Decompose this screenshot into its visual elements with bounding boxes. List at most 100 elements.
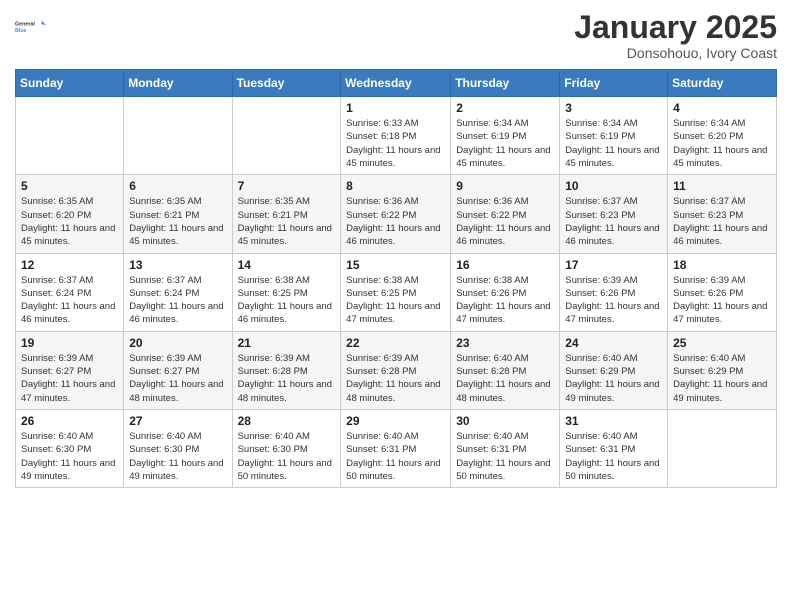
calendar-cell: 11 Sunrise: 6:37 AM Sunset: 6:23 PM Dayli…	[668, 175, 777, 253]
calendar-cell: 19Sunrise: 6:39 AM Sunset: 6:27 PM Dayli…	[16, 331, 124, 409]
day-info: Sunrise: 6:37 AM Sunset: 6:24 PM Dayligh…	[21, 274, 118, 327]
calendar-cell: 13Sunrise: 6:37 AM Sunset: 6:24 PM Dayli…	[124, 253, 232, 331]
calendar-cell: 18Sunrise: 6:39 AM Sunset: 6:26 PM Dayli…	[668, 253, 777, 331]
day-number: 28	[238, 414, 336, 428]
calendar-cell: 25 Sunrise: 6:40 AM Sunset: 6:29 PM Dayli…	[668, 331, 777, 409]
day-info: Sunrise: 6:39 AM Sunset: 6:28 PM Dayligh…	[346, 352, 445, 405]
day-number: 7	[238, 179, 336, 193]
day-number: 18	[673, 258, 771, 272]
calendar-cell: 14 Sunrise: 6:38 AM Sunset: 6:25 PM Dayli…	[232, 253, 341, 331]
calendar-cell	[232, 97, 341, 175]
day-info: Sunrise: 6:37 AM Sunset: 6:23 PM Dayligh…	[565, 195, 662, 248]
col-header-sunday: Sunday	[16, 70, 124, 97]
day-number: 10	[565, 179, 662, 193]
calendar-cell: 30 Sunrise: 6:40 AM Sunset: 6:31 PM Dayli…	[451, 409, 560, 487]
day-number: 12	[21, 258, 118, 272]
day-info: Sunrise: 6:38 AM Sunset: 6:25 PM Dayligh…	[346, 274, 445, 327]
calendar-week-row: 19Sunrise: 6:39 AM Sunset: 6:27 PM Dayli…	[16, 331, 777, 409]
day-info: Sunrise: 6:37 AM Sunset: 6:23 PM Dayligh…	[673, 195, 771, 248]
calendar-header-row: SundayMondayTuesdayWednesdayThursdayFrid…	[16, 70, 777, 97]
day-info: Sunrise: 6:40 AM Sunset: 6:31 PM Dayligh…	[565, 430, 662, 483]
calendar-cell: 15 Sunrise: 6:38 AM Sunset: 6:25 PM Dayli…	[341, 253, 451, 331]
header: General Blue General Blue January 2025 D…	[15, 10, 777, 61]
day-info: Sunrise: 6:34 AM Sunset: 6:20 PM Dayligh…	[673, 117, 771, 170]
calendar-cell	[668, 409, 777, 487]
calendar-cell: 9 Sunrise: 6:36 AM Sunset: 6:22 PM Daylig…	[451, 175, 560, 253]
calendar-cell: 28Sunrise: 6:40 AM Sunset: 6:30 PM Dayli…	[232, 409, 341, 487]
day-number: 6	[129, 179, 226, 193]
day-number: 11	[673, 179, 771, 193]
logo-icon: General Blue	[15, 10, 47, 42]
day-number: 29	[346, 414, 445, 428]
calendar-cell: 31Sunrise: 6:40 AM Sunset: 6:31 PM Dayli…	[560, 409, 668, 487]
day-info: Sunrise: 6:38 AM Sunset: 6:25 PM Dayligh…	[238, 274, 336, 327]
calendar-cell: 4 Sunrise: 6:34 AM Sunset: 6:20 PM Daylig…	[668, 97, 777, 175]
calendar-cell: 27 Sunrise: 6:40 AM Sunset: 6:30 PM Dayli…	[124, 409, 232, 487]
calendar-cell: 26 Sunrise: 6:40 AM Sunset: 6:30 PM Dayli…	[16, 409, 124, 487]
day-info: Sunrise: 6:40 AM Sunset: 6:30 PM Dayligh…	[21, 430, 118, 483]
calendar-table: SundayMondayTuesdayWednesdayThursdayFrid…	[15, 69, 777, 488]
day-info: Sunrise: 6:38 AM Sunset: 6:26 PM Dayligh…	[456, 274, 554, 327]
day-number: 9	[456, 179, 554, 193]
day-info: Sunrise: 6:35 AM Sunset: 6:21 PM Dayligh…	[129, 195, 226, 248]
day-info: Sunrise: 6:36 AM Sunset: 6:22 PM Dayligh…	[456, 195, 554, 248]
day-number: 25	[673, 336, 771, 350]
calendar-week-row: 26 Sunrise: 6:40 AM Sunset: 6:30 PM Dayli…	[16, 409, 777, 487]
calendar-cell: 12 Sunrise: 6:37 AM Sunset: 6:24 PM Dayli…	[16, 253, 124, 331]
svg-text:Blue: Blue	[15, 28, 27, 34]
day-number: 4	[673, 101, 771, 115]
calendar-cell: 10 Sunrise: 6:37 AM Sunset: 6:23 PM Dayli…	[560, 175, 668, 253]
calendar-cell: 29 Sunrise: 6:40 AM Sunset: 6:31 PM Dayli…	[341, 409, 451, 487]
calendar-cell: 1Sunrise: 6:33 AM Sunset: 6:18 PM Daylig…	[341, 97, 451, 175]
day-number: 15	[346, 258, 445, 272]
day-number: 30	[456, 414, 554, 428]
day-number: 16	[456, 258, 554, 272]
calendar-cell: 20Sunrise: 6:39 AM Sunset: 6:27 PM Dayli…	[124, 331, 232, 409]
calendar-cell	[16, 97, 124, 175]
day-number: 13	[129, 258, 226, 272]
day-info: Sunrise: 6:34 AM Sunset: 6:19 PM Dayligh…	[565, 117, 662, 170]
calendar-cell: 16 Sunrise: 6:38 AM Sunset: 6:26 PM Dayli…	[451, 253, 560, 331]
day-number: 20	[129, 336, 226, 350]
calendar-week-row: 1Sunrise: 6:33 AM Sunset: 6:18 PM Daylig…	[16, 97, 777, 175]
page: General Blue General Blue January 2025 D…	[0, 0, 792, 612]
calendar-week-row: 12 Sunrise: 6:37 AM Sunset: 6:24 PM Dayli…	[16, 253, 777, 331]
day-number: 5	[21, 179, 118, 193]
day-number: 2	[456, 101, 554, 115]
day-info: Sunrise: 6:40 AM Sunset: 6:29 PM Dayligh…	[565, 352, 662, 405]
logo: General Blue General Blue	[15, 10, 47, 42]
col-header-monday: Monday	[124, 70, 232, 97]
day-info: Sunrise: 6:35 AM Sunset: 6:21 PM Dayligh…	[238, 195, 336, 248]
day-number: 24	[565, 336, 662, 350]
day-number: 21	[238, 336, 336, 350]
day-info: Sunrise: 6:36 AM Sunset: 6:22 PM Dayligh…	[346, 195, 445, 248]
day-number: 14	[238, 258, 336, 272]
day-number: 26	[21, 414, 118, 428]
day-info: Sunrise: 6:40 AM Sunset: 6:31 PM Dayligh…	[346, 430, 445, 483]
main-title: January 2025	[574, 10, 777, 45]
calendar-cell: 5Sunrise: 6:35 AM Sunset: 6:20 PM Daylig…	[16, 175, 124, 253]
day-number: 3	[565, 101, 662, 115]
day-info: Sunrise: 6:40 AM Sunset: 6:30 PM Dayligh…	[129, 430, 226, 483]
day-info: Sunrise: 6:40 AM Sunset: 6:29 PM Dayligh…	[673, 352, 771, 405]
day-number: 1	[346, 101, 445, 115]
subtitle: Donsohouo, Ivory Coast	[574, 45, 777, 61]
day-number: 17	[565, 258, 662, 272]
col-header-friday: Friday	[560, 70, 668, 97]
calendar-cell: 21Sunrise: 6:39 AM Sunset: 6:28 PM Dayli…	[232, 331, 341, 409]
calendar-cell: 23Sunrise: 6:40 AM Sunset: 6:28 PM Dayli…	[451, 331, 560, 409]
day-info: Sunrise: 6:40 AM Sunset: 6:31 PM Dayligh…	[456, 430, 554, 483]
calendar-cell	[124, 97, 232, 175]
calendar-cell: 7 Sunrise: 6:35 AM Sunset: 6:21 PM Daylig…	[232, 175, 341, 253]
calendar-cell: 17Sunrise: 6:39 AM Sunset: 6:26 PM Dayli…	[560, 253, 668, 331]
calendar-cell: 24 Sunrise: 6:40 AM Sunset: 6:29 PM Dayli…	[560, 331, 668, 409]
calendar-cell: 2 Sunrise: 6:34 AM Sunset: 6:19 PM Daylig…	[451, 97, 560, 175]
day-info: Sunrise: 6:34 AM Sunset: 6:19 PM Dayligh…	[456, 117, 554, 170]
calendar-cell: 22 Sunrise: 6:39 AM Sunset: 6:28 PM Dayli…	[341, 331, 451, 409]
day-number: 22	[346, 336, 445, 350]
col-header-tuesday: Tuesday	[232, 70, 341, 97]
calendar-week-row: 5Sunrise: 6:35 AM Sunset: 6:20 PM Daylig…	[16, 175, 777, 253]
day-number: 8	[346, 179, 445, 193]
day-number: 27	[129, 414, 226, 428]
title-block: January 2025 Donsohouo, Ivory Coast	[574, 10, 777, 61]
